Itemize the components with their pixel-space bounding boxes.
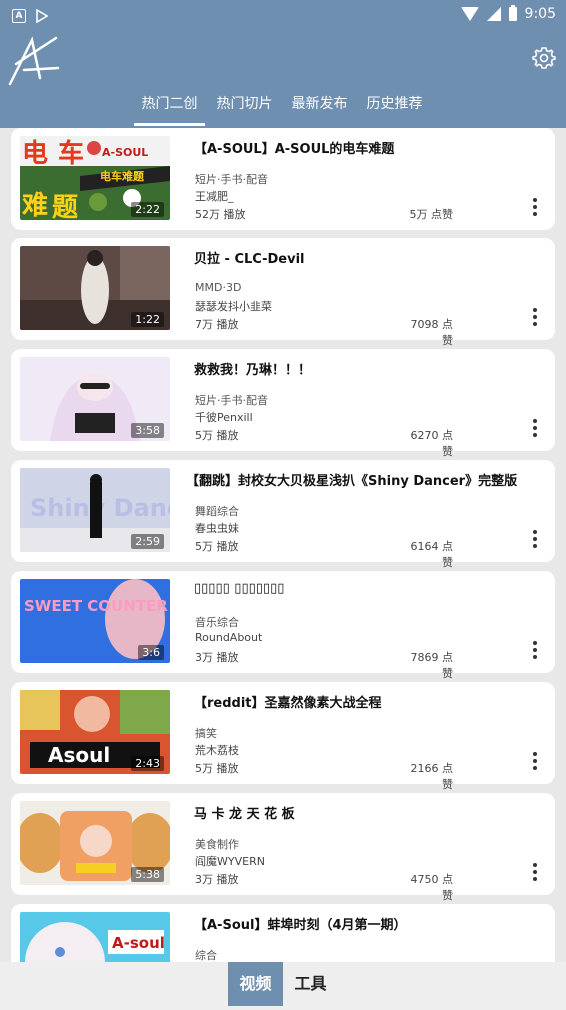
wifi-icon bbox=[460, 7, 479, 21]
thumb-text: 电车难题 bbox=[100, 169, 145, 183]
video-plays: 3万 播放 bbox=[195, 873, 239, 886]
video-category: 短片·手书·配音 bbox=[195, 394, 268, 407]
more-options-icon[interactable] bbox=[529, 308, 541, 330]
video-card[interactable]: SWEET COUNTER 3:6 ▯▯▯▯▯ ▯▯▯▯▯▯▯ 音乐综合 Rou… bbox=[11, 571, 555, 680]
video-title[interactable]: 贝拉 - CLC-Devil bbox=[194, 248, 514, 267]
video-category: 综合 bbox=[195, 949, 217, 962]
video-card[interactable]: Asoul 2:43 【reddit】圣嘉然像素大战全程 搞笑 荒木荔枝 5万 … bbox=[11, 682, 555, 791]
tab-hot-remix[interactable]: 热门二创 bbox=[132, 90, 207, 126]
thumbnail-image: A-soul bbox=[20, 912, 170, 962]
video-author[interactable]: 阎魔WYVERN bbox=[195, 853, 265, 869]
video-card[interactable]: 1:22 贝拉 - CLC-Devil MMD·3D 瑟瑟发抖小韭菜 7万 播放… bbox=[11, 238, 555, 347]
video-author[interactable]: 王减肥_ bbox=[195, 188, 234, 204]
app-header: 热门二创 热门切片 最新发布 历史推荐 bbox=[0, 32, 566, 128]
category-tabs: 热门二创 热门切片 最新发布 历史推荐 bbox=[132, 90, 432, 126]
video-card[interactable]: 3:58 救救我！乃琳！！！ 短片·手书·配音 千彼Penxill 5万 播放 … bbox=[11, 349, 555, 458]
video-duration: 3:6 bbox=[138, 645, 164, 660]
video-list[interactable]: 电 车 难 题 A-SOUL 电车难题 2:22 【A-SOUL】A-SOUL的… bbox=[0, 128, 566, 962]
thumb-text: Asoul bbox=[48, 743, 110, 767]
video-title[interactable]: ▯▯▯▯▯ ▯▯▯▯▯▯▯ bbox=[194, 581, 514, 596]
video-duration: 1:22 bbox=[131, 312, 164, 327]
video-likes: 7869 点赞 bbox=[410, 651, 454, 680]
nav-tools[interactable]: 工具 bbox=[283, 962, 338, 1006]
thumb-text: A-soul bbox=[112, 934, 165, 952]
video-duration: 2:43 bbox=[131, 756, 164, 771]
thumb-text: 题 bbox=[52, 193, 78, 220]
video-thumbnail[interactable]: Asoul 2:43 bbox=[20, 690, 170, 774]
video-thumbnail[interactable]: Shiny Dancer 2:59 bbox=[20, 468, 170, 552]
thumb-text: 难 bbox=[22, 191, 48, 220]
video-category: 舞蹈综合 bbox=[195, 505, 239, 518]
video-author[interactable]: 荒木荔枝 bbox=[195, 742, 239, 758]
app-logo-icon bbox=[8, 36, 60, 86]
status-left-icons: A bbox=[12, 9, 48, 23]
video-author[interactable]: 瑟瑟发抖小韭菜 bbox=[195, 298, 272, 314]
video-thumbnail[interactable]: SWEET COUNTER 3:6 bbox=[20, 579, 170, 663]
video-author[interactable]: 千彼Penxill bbox=[195, 409, 253, 425]
video-category: 音乐综合 bbox=[195, 616, 239, 629]
status-bar: A 9:05 bbox=[0, 0, 566, 32]
more-options-icon[interactable] bbox=[529, 752, 541, 774]
thumb-text: 电 bbox=[22, 139, 48, 169]
more-options-icon[interactable] bbox=[529, 419, 541, 441]
more-options-icon[interactable] bbox=[529, 198, 541, 220]
more-options-icon[interactable] bbox=[529, 641, 541, 663]
video-likes: 2166 点赞 bbox=[410, 762, 454, 791]
video-likes: 7098 点赞 bbox=[410, 318, 454, 347]
notification-a-icon: A bbox=[12, 9, 26, 23]
video-author[interactable]: RoundAbout bbox=[195, 631, 262, 644]
status-right-icons: 9:05 bbox=[460, 5, 556, 22]
signal-icon bbox=[486, 7, 501, 21]
bottom-nav: 视频 工具 bbox=[0, 962, 566, 1010]
video-category: 美食制作 bbox=[195, 838, 239, 851]
more-options-icon[interactable] bbox=[529, 530, 541, 552]
video-likes: 4750 点赞 bbox=[410, 873, 454, 902]
video-duration: 2:59 bbox=[131, 534, 164, 549]
video-category: MMD·3D bbox=[195, 281, 242, 294]
video-thumbnail[interactable]: 1:22 bbox=[20, 246, 170, 330]
battery-icon bbox=[508, 5, 517, 21]
play-store-icon bbox=[36, 9, 48, 23]
video-duration: 2:22 bbox=[131, 202, 164, 217]
video-plays: 5万 播放 bbox=[195, 429, 239, 442]
video-card[interactable]: A-soul 【A-Soul】蚌埠时刻（4月第一期） 综合 bbox=[11, 904, 555, 962]
video-title[interactable]: 【A-SOUL】A-SOUL的电车难题 bbox=[194, 138, 514, 157]
video-title[interactable]: 【reddit】圣嘉然像素大战全程 bbox=[194, 692, 514, 711]
video-thumbnail[interactable]: 5:38 bbox=[20, 801, 170, 885]
video-title[interactable]: 马 卡 龙 天 花 板 bbox=[194, 803, 514, 822]
video-likes: 6270 点赞 bbox=[410, 429, 454, 458]
video-plays: 52万 播放 bbox=[195, 208, 246, 221]
status-time: 9:05 bbox=[524, 6, 556, 22]
video-duration: 5:38 bbox=[131, 867, 164, 882]
video-title[interactable]: 【翻跳】封校女大贝极星浅扒《Shiny Dancer》完整版 bbox=[186, 470, 526, 489]
tab-history[interactable]: 历史推荐 bbox=[357, 90, 432, 126]
video-category: 搞笑 bbox=[195, 727, 217, 740]
video-category: 短片·手书·配音 bbox=[195, 173, 268, 186]
video-card[interactable]: 5:38 马 卡 龙 天 花 板 美食制作 阎魔WYVERN 3万 播放 475… bbox=[11, 793, 555, 902]
settings-gear-icon[interactable] bbox=[532, 46, 556, 70]
nav-video[interactable]: 视频 bbox=[228, 962, 283, 1006]
video-plays: 5万 播放 bbox=[195, 540, 239, 553]
video-thumbnail[interactable]: A-soul bbox=[20, 912, 170, 962]
video-likes: 6164 点赞 bbox=[410, 540, 454, 569]
thumb-text: A-SOUL bbox=[102, 146, 148, 159]
video-card[interactable]: 电 车 难 题 A-SOUL 电车难题 2:22 【A-SOUL】A-SOUL的… bbox=[11, 128, 555, 230]
app-root: A 9:05 热门二创 热门切片 最新发布 历史推荐 电 车 难 题 A-SOU… bbox=[0, 0, 566, 1010]
thumb-text: SWEET COUNTER bbox=[24, 597, 168, 615]
video-card[interactable]: Shiny Dancer 2:59 【翻跳】封校女大贝极星浅扒《Shiny Da… bbox=[11, 460, 555, 569]
video-plays: 5万 播放 bbox=[195, 762, 239, 775]
thumb-text: 车 bbox=[58, 138, 84, 169]
video-likes: 5万 点赞 bbox=[409, 208, 454, 221]
video-plays: 3万 播放 bbox=[195, 651, 239, 664]
video-duration: 3:58 bbox=[131, 423, 164, 438]
video-title[interactable]: 救救我！乃琳！！！ bbox=[194, 359, 514, 378]
video-title[interactable]: 【A-Soul】蚌埠时刻（4月第一期） bbox=[194, 914, 514, 933]
video-thumbnail[interactable]: 电 车 难 题 A-SOUL 电车难题 2:22 bbox=[20, 136, 170, 220]
video-plays: 7万 播放 bbox=[195, 318, 239, 331]
tab-hot-clips[interactable]: 热门切片 bbox=[207, 90, 282, 126]
video-author[interactable]: 春虫虫妹 bbox=[195, 520, 239, 536]
tab-latest[interactable]: 最新发布 bbox=[282, 90, 357, 126]
more-options-icon[interactable] bbox=[529, 863, 541, 885]
video-thumbnail[interactable]: 3:58 bbox=[20, 357, 170, 441]
